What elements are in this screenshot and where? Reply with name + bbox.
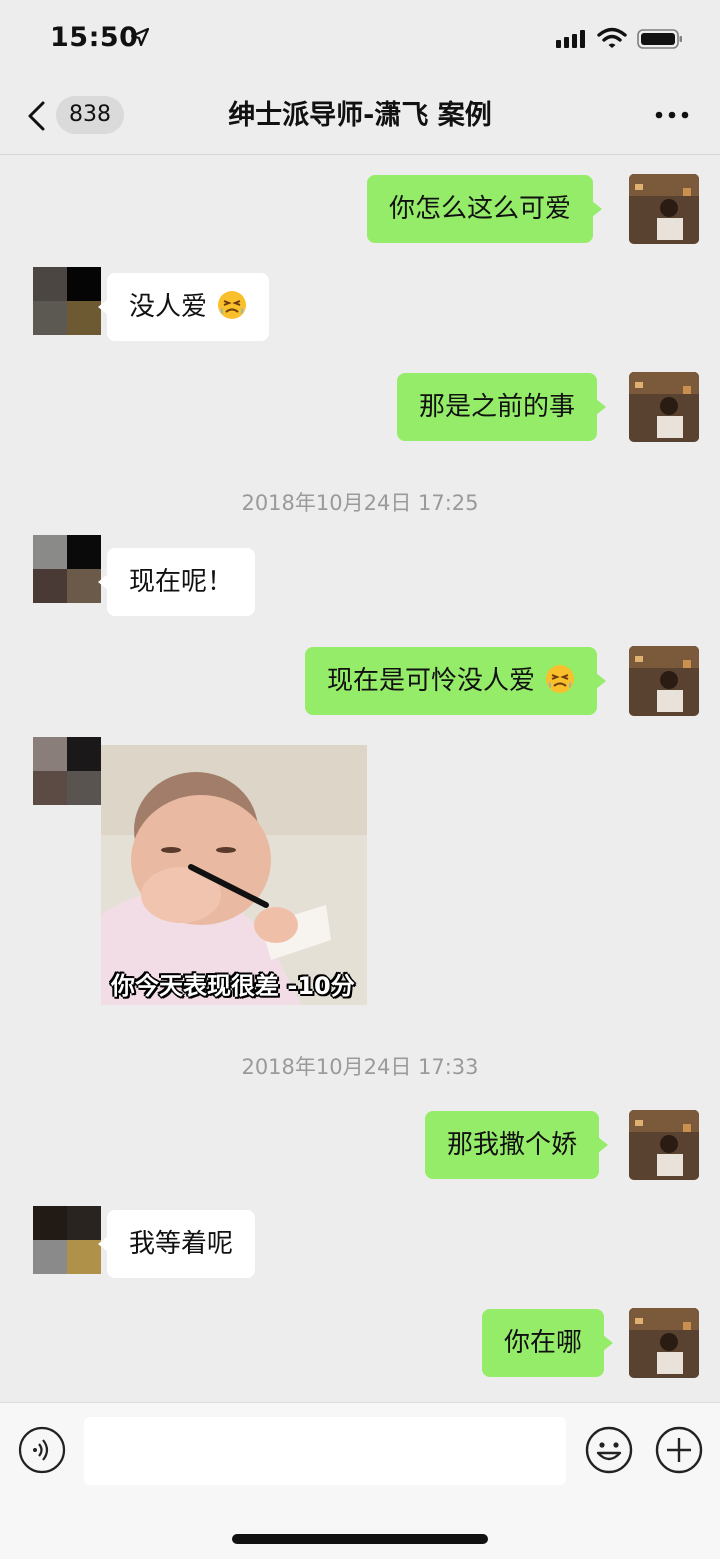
- my-avatar[interactable]: [629, 372, 699, 442]
- my-avatar[interactable]: [629, 1308, 699, 1378]
- location-arrow-icon: [131, 28, 149, 46]
- message-bubble-received[interactable]: 没人爱: [97, 273, 270, 341]
- contact-avatar[interactable]: [33, 737, 101, 805]
- back-arrow-icon[interactable]: [25, 100, 49, 132]
- timestamp: 2018年10月24日 17:25: [241, 491, 479, 515]
- emoji-icon[interactable]: [584, 1425, 634, 1475]
- timestamp: 2018年10月24日 17:33: [241, 1055, 479, 1079]
- message-text: 那是之前的事: [419, 392, 576, 422]
- message-bubble-sent[interactable]: 你怎么这么可爱: [367, 175, 603, 243]
- my-avatar[interactable]: [629, 646, 699, 716]
- wifi-icon: [597, 27, 627, 48]
- message-bubble-received[interactable]: 现在呢！: [97, 548, 256, 616]
- sticker-caption: 你今天表现很差 -10分: [111, 972, 355, 1000]
- message-text: 我等着呢: [129, 1229, 234, 1259]
- battery-icon: [637, 29, 682, 49]
- unread-count-badge[interactable]: 838: [56, 96, 124, 134]
- chat-title: 绅士派导师-潇飞 案例: [228, 100, 492, 131]
- contact-avatar[interactable]: [33, 1206, 101, 1274]
- message-bubble-sent[interactable]: 现在是可怜没人爱: [305, 647, 607, 715]
- sticker-image[interactable]: 你今天表现很差 -10分: [101, 745, 367, 1005]
- contact-avatar[interactable]: [33, 535, 101, 603]
- signal-icon: [556, 30, 585, 48]
- home-indicator[interactable]: [232, 1534, 488, 1544]
- message-bubble-sent[interactable]: 那我撒个娇: [425, 1111, 609, 1179]
- voice-icon[interactable]: [18, 1426, 66, 1474]
- more-icon[interactable]: [654, 108, 690, 122]
- message-text: 现在是可怜没人爱: [327, 666, 536, 696]
- contact-avatar[interactable]: [33, 267, 101, 335]
- message-bubble-sent[interactable]: 那是之前的事: [397, 373, 607, 441]
- message-text: 没人爱: [129, 292, 208, 322]
- message-input[interactable]: [84, 1417, 566, 1485]
- message-text: 那我撒个娇: [447, 1130, 578, 1160]
- message-text: 你在哪: [504, 1328, 583, 1358]
- my-avatar[interactable]: [629, 1110, 699, 1180]
- message-bubble-received[interactable]: 我等着呢: [97, 1210, 256, 1278]
- crying-face-icon: [218, 290, 247, 319]
- my-avatar[interactable]: [629, 174, 699, 244]
- plus-icon[interactable]: [654, 1425, 704, 1475]
- crying-face-icon: [546, 664, 575, 693]
- status-time: 15:50: [50, 22, 139, 53]
- message-text: 现在呢！: [129, 567, 234, 597]
- message-bubble-sent[interactable]: 你在哪: [482, 1309, 614, 1377]
- message-text: 你怎么这么可爱: [389, 194, 572, 224]
